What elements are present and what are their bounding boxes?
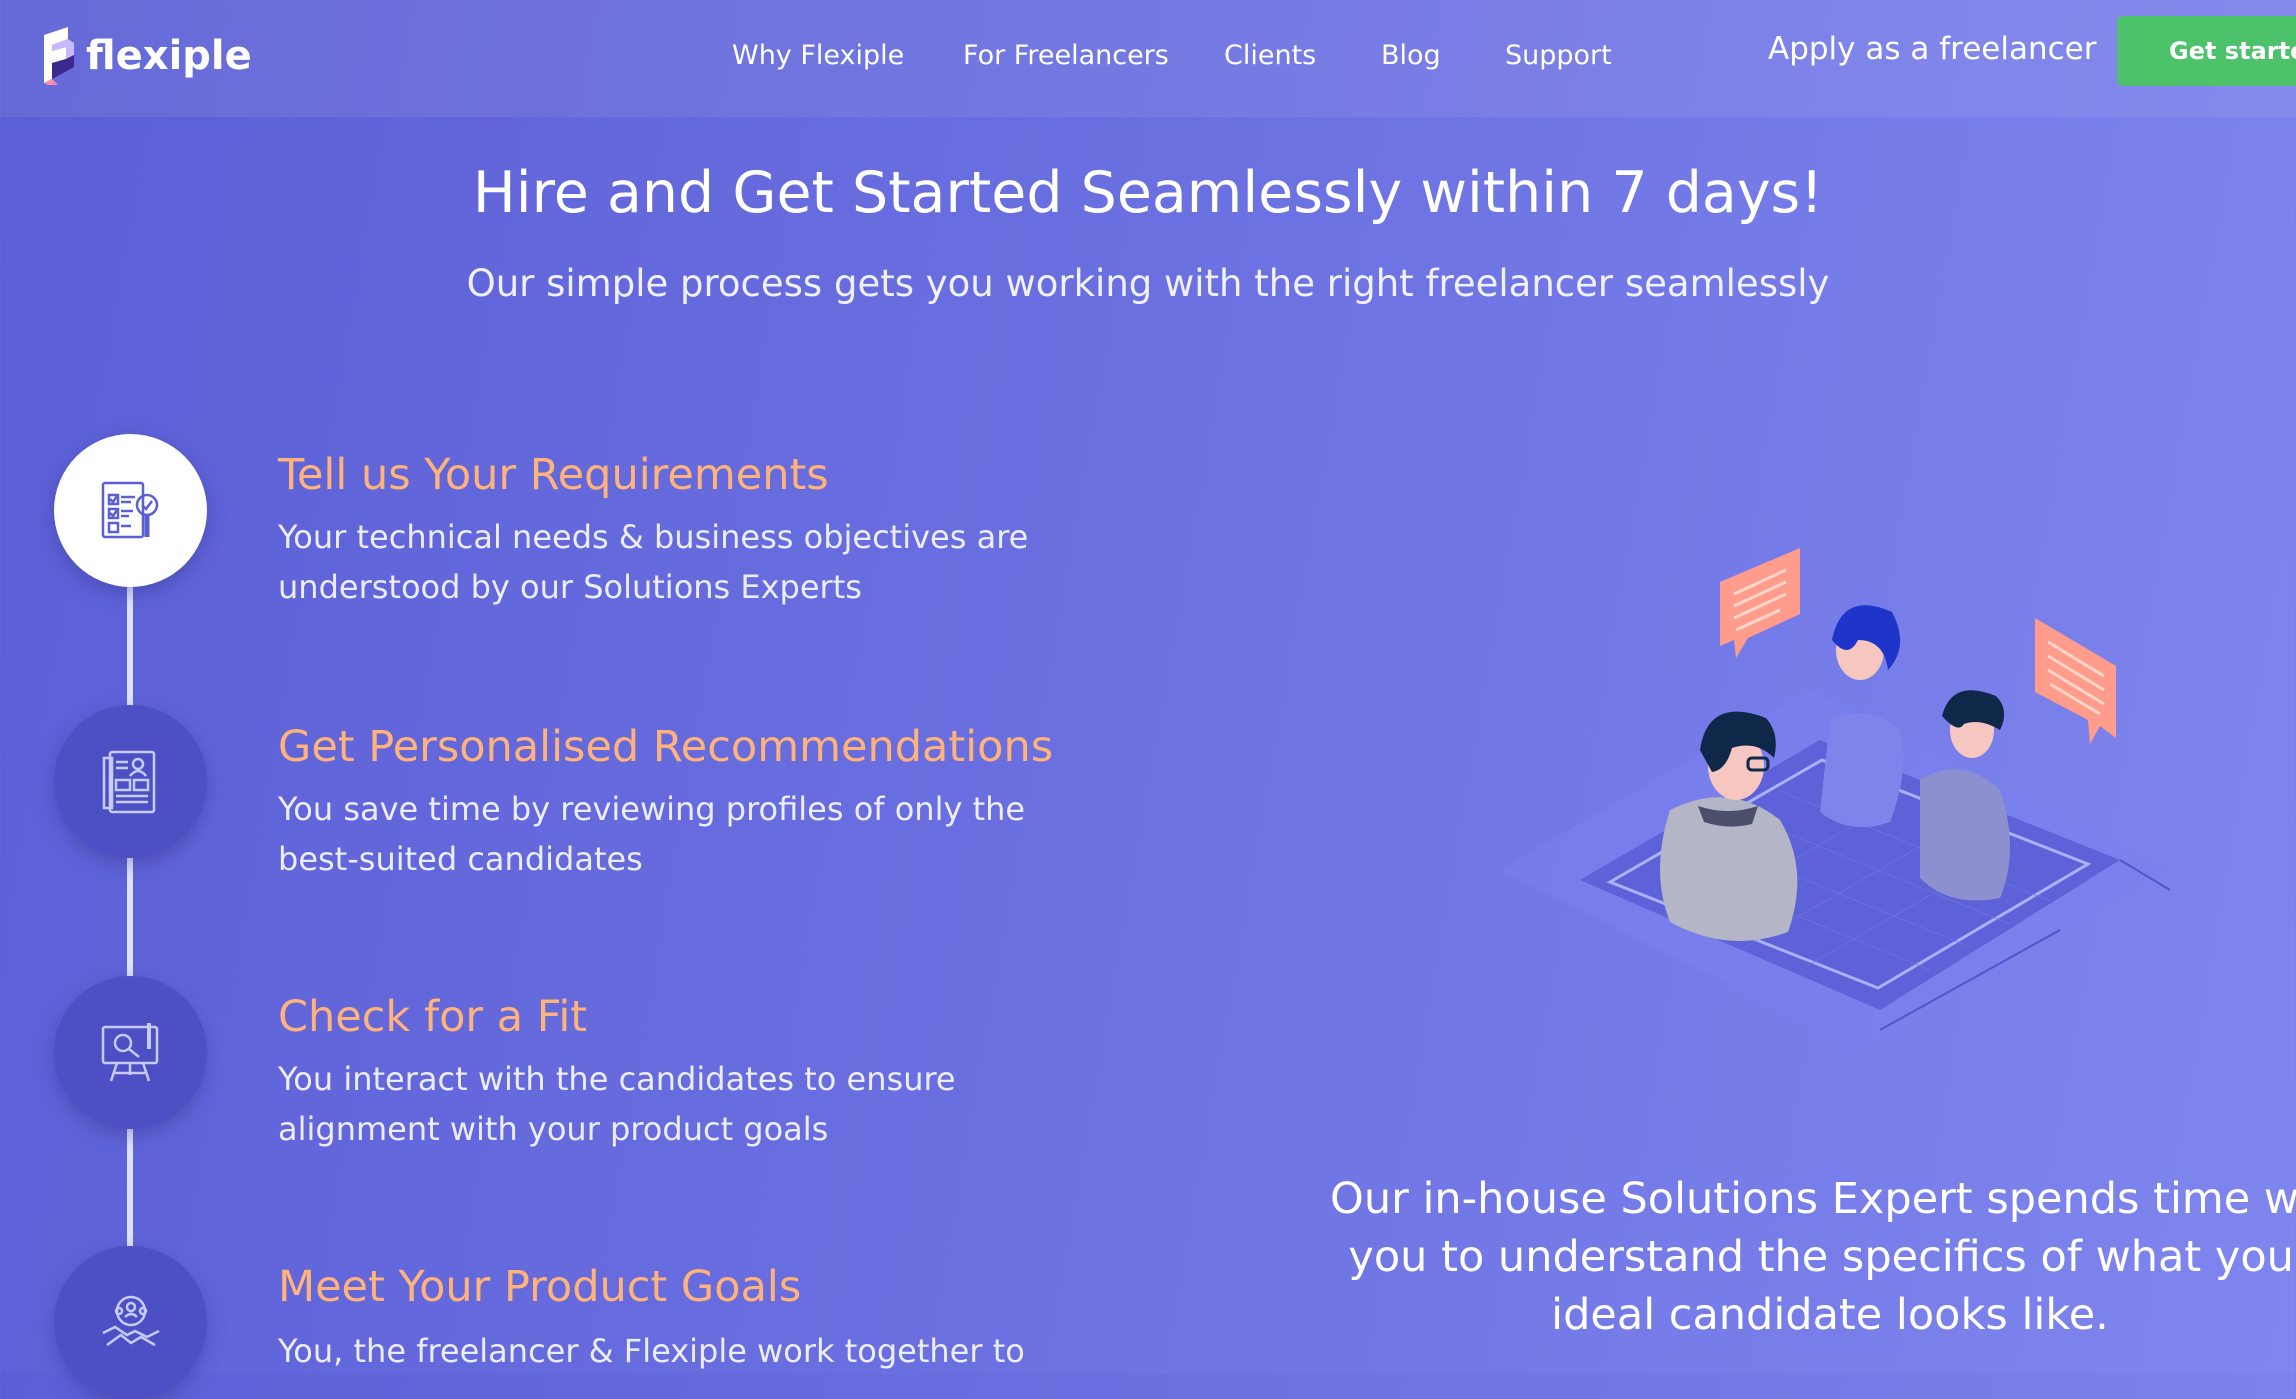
flexiple-f-logo-icon [44,27,74,85]
requirements-checklist-icon [101,481,158,538]
team-handshake-icon [101,1295,160,1346]
person-man-right-illustration [1920,690,2010,901]
top-navbar: flexiple Why Flexiple For Freelancers Cl… [0,0,2296,117]
caption-line2: you to understand the specifics of what … [1348,1232,2296,1282]
step-4-circle[interactable] [54,1246,207,1399]
step-4-description: You, the freelancer & Flexiple work toge… [278,1326,1038,1376]
step-4-title: Meet Your Product Goals [278,1262,802,1312]
step-2-description: You save time by reviewing profiles of o… [278,784,1038,884]
profiles-document-icon [102,750,155,813]
caption-line3: ideal candidate looks like. [1551,1290,2109,1340]
nav-clients[interactable]: Clients [1224,40,1316,71]
page-title: Hire and Get Started Seamlessly within 7… [472,160,1824,226]
timeline-connector [127,560,133,1280]
apply-as-freelancer-link[interactable]: Apply as a freelancer [1768,31,2096,67]
get-started-button[interactable]: Get started [2117,16,2296,86]
step-1-title: Tell us Your Requirements [278,450,829,500]
solutions-expert-caption: Our in-house Solutions Expert spends tim… [1330,1170,2296,1344]
step-2-desc-line2: best-suited candidates [278,840,643,878]
step-4-desc-line1: You, the freelancer & Flexiple work toge… [278,1332,1025,1370]
step-1-circle[interactable] [54,434,207,587]
step-3-description: You interact with the candidates to ensu… [278,1054,1038,1154]
step-3-title: Check for a Fit [278,992,588,1042]
get-started-label: Get started [2169,37,2296,65]
speech-bubble-right-icon [2035,618,2116,744]
team-meeting-illustration [1500,548,2171,1050]
step-1-description: Your technical needs & business objectiv… [278,512,1038,612]
page-subtitle: Our simple process gets you working with… [466,262,1830,305]
step-1-desc-line2: understood by our Solutions Experts [278,568,862,606]
step-2-desc-line1: You save time by reviewing profiles of o… [278,790,1026,828]
step-2-circle[interactable] [54,705,207,858]
brand-logo[interactable]: flexiple [38,26,252,86]
speech-bubble-left-icon [1720,548,1800,658]
step-1-desc-line1: Your technical needs & business objectiv… [278,518,1029,556]
nav-blog[interactable]: Blog [1381,40,1441,71]
step-3-desc-line2: alignment with your product goals [278,1110,829,1148]
step-2-title: Get Personalised Recommendations [278,722,1054,772]
nav-support[interactable]: Support [1505,40,1612,71]
step-3-desc-line1: You interact with the candidates to ensu… [278,1060,956,1098]
presentation-board-icon [101,1022,158,1081]
nav-for-freelancers[interactable]: For Freelancers [963,40,1169,71]
nav-why-flexiple[interactable]: Why Flexiple [732,40,904,71]
step-3-circle[interactable] [54,976,207,1129]
caption-line1: Our in-house Solutions Expert spends tim… [1330,1174,2296,1224]
brand-name: flexiple [86,33,252,79]
